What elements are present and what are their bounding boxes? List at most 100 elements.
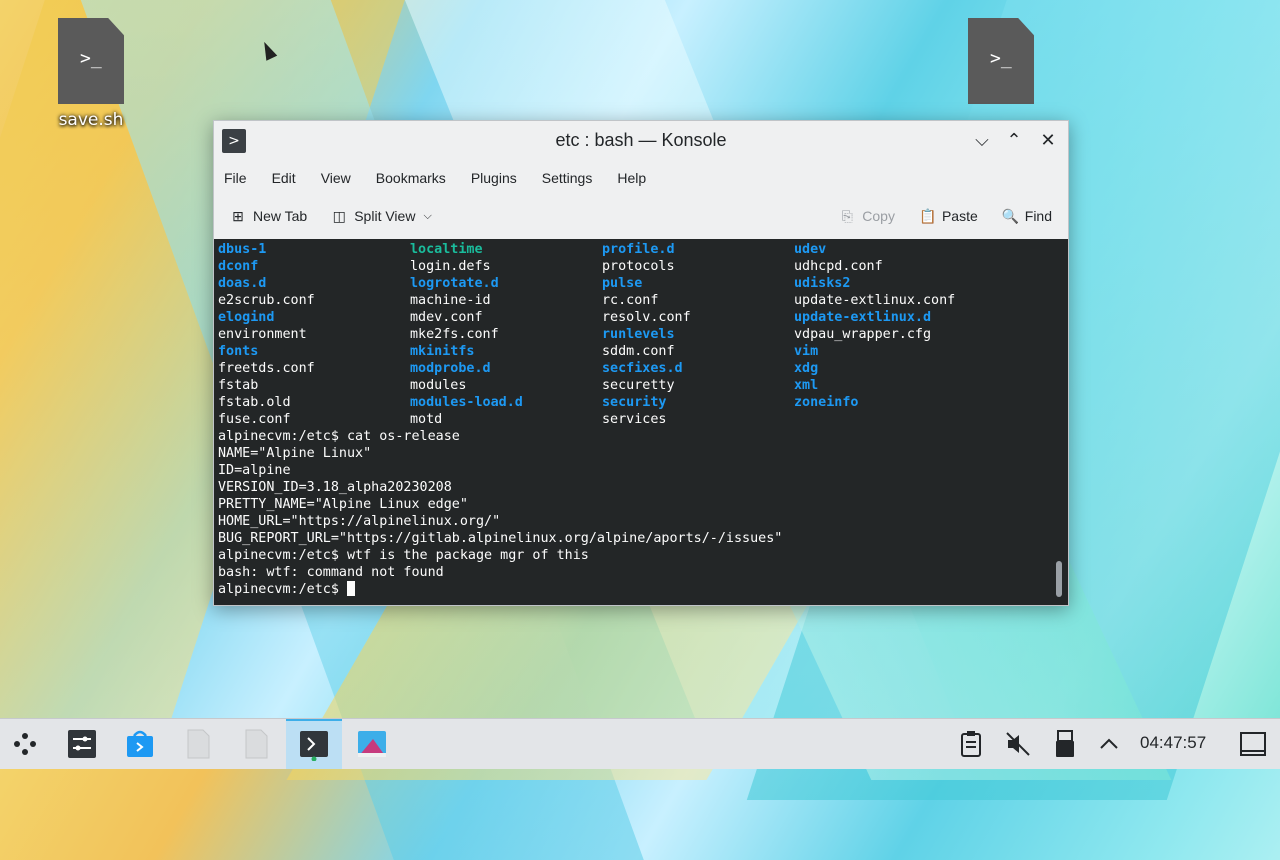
system-settings-icon[interactable]: [65, 727, 99, 761]
minimize-button[interactable]: ⌵: [970, 129, 994, 153]
file-icon[interactable]: [181, 727, 215, 761]
listing-entry: modules-load.d: [410, 395, 523, 410]
listing-entry: modprobe.d: [410, 361, 491, 376]
terminal-scrollbar[interactable]: [1056, 561, 1062, 597]
menu-help[interactable]: Help: [617, 170, 646, 186]
terminal-prompt-line[interactable]: alpinecvm:/etc$: [218, 581, 986, 598]
listing-entry: services: [602, 412, 667, 427]
listing-entry: resolv.conf: [602, 310, 691, 325]
desktop-icon-save-sh[interactable]: >_ save.sh: [41, 18, 141, 130]
file-icon[interactable]: [239, 727, 273, 761]
image-viewer-icon[interactable]: [355, 727, 389, 761]
clock[interactable]: 04:47:57: [1140, 733, 1206, 753]
listing-entry: freetds.conf: [218, 361, 315, 376]
menu-view[interactable]: View: [321, 170, 351, 186]
terminal-line: doas.d logrotate.d pulse udisks2: [218, 275, 986, 292]
toolbar: ⊞ New Tab ◫ Split View ⌵ ⎘ Copy 📋 Paste …: [214, 195, 1068, 237]
listing-entry: fstab.old: [218, 395, 291, 410]
copy-label: Copy: [862, 208, 895, 224]
copy-button[interactable]: ⎘ Copy: [839, 208, 895, 224]
desktop-icon-script[interactable]: >_: [951, 18, 1051, 104]
terminal-line: fuse.conf motd services: [218, 411, 986, 428]
listing-entry: security: [602, 395, 667, 410]
listing-entry: fuse.conf: [218, 412, 291, 427]
terminal-line: ID=alpine: [218, 463, 291, 478]
listing-entry: environment: [218, 327, 307, 342]
listing-entry: update-extlinux.conf: [794, 293, 956, 308]
konsole-icon[interactable]: [297, 727, 331, 761]
copy-icon: ⎘: [841, 208, 853, 224]
new-tab-icon: ⊞: [232, 208, 244, 224]
find-button[interactable]: 🔍 Find: [1002, 208, 1052, 224]
menu-plugins[interactable]: Plugins: [471, 170, 517, 186]
listing-entry: zoneinfo: [794, 395, 859, 410]
find-label: Find: [1024, 208, 1052, 224]
konsole-window: > etc : bash — Konsole ⌵ ⌃ ✕ File Edit V…: [213, 120, 1069, 606]
menu-bar: File Edit View Bookmarks Plugins Setting…: [214, 161, 1068, 195]
listing-entry: vdpau_wrapper.cfg: [794, 327, 932, 342]
terminal-line: e2scrub.conf machine-id rc.conf update-extl…: [218, 292, 986, 309]
listing-entry: mkinitfs: [410, 344, 475, 359]
chevron-down-icon[interactable]: ⌵: [423, 210, 431, 223]
title-bar[interactable]: > etc : bash — Konsole ⌵ ⌃ ✕: [214, 121, 1068, 161]
text-cursor: [347, 581, 355, 596]
split-view-button[interactable]: ◫ Split View ⌵: [331, 208, 432, 224]
app-launcher-icon[interactable]: [8, 727, 42, 761]
listing-entry: doas.d: [218, 276, 267, 291]
terminal-line: PRETTY_NAME="Alpine Linux edge": [218, 497, 468, 512]
terminal-line: BUG_REPORT_URL="https://gitlab.alpinelin…: [218, 531, 783, 546]
listing-entry: localtime: [410, 242, 483, 257]
discover-store-icon[interactable]: [123, 727, 157, 761]
shell-prompt: alpinecvm:/etc$: [218, 582, 347, 597]
menu-edit[interactable]: Edit: [272, 170, 296, 186]
menu-file[interactable]: File: [224, 170, 247, 186]
listing-entry: runlevels: [602, 327, 675, 342]
window-title: etc : bash — Konsole: [555, 130, 727, 150]
clipboard-icon[interactable]: [954, 727, 988, 761]
menu-bookmarks[interactable]: Bookmarks: [376, 170, 446, 186]
volume-muted-icon[interactable]: [1001, 727, 1035, 761]
close-button[interactable]: ✕: [1036, 129, 1060, 153]
listing-entry: modules: [410, 378, 467, 393]
menu-settings[interactable]: Settings: [542, 170, 593, 186]
taskbar: 04:47:57: [0, 718, 1280, 769]
split-view-icon: ◫: [332, 208, 346, 224]
terminal-line: fstab modules securetty xml: [218, 377, 986, 394]
listing-entry: update-extlinux.d: [794, 310, 932, 325]
listing-entry: udisks2: [794, 276, 851, 291]
show-desktop-icon[interactable]: [1236, 727, 1270, 761]
listing-entry: motd: [410, 412, 443, 427]
terminal-line: VERSION_ID=3.18_alpha20230208: [218, 480, 452, 495]
split-view-label: Split View: [354, 208, 416, 224]
terminal-line: alpinecvm:/etc$ wtf is the package mgr o…: [218, 548, 589, 563]
script-file-icon: >_: [58, 18, 124, 104]
listing-entry: udev: [794, 242, 827, 257]
paste-label: Paste: [941, 208, 978, 224]
terminal-view[interactable]: dbus-1 localtime profile.d udev dconf login.d…: [214, 239, 1068, 605]
new-tab-label: New Tab: [253, 208, 308, 224]
listing-entry: protocols: [602, 259, 675, 274]
maximize-button[interactable]: ⌃: [1002, 129, 1026, 153]
listing-entry: elogind: [218, 310, 275, 325]
terminal-line: environment mke2fs.conf runlevels vdpau_wra…: [218, 326, 986, 343]
terminal-line: elogind mdev.conf resolv.conf update-extlin…: [218, 309, 986, 326]
new-tab-button[interactable]: ⊞ New Tab: [230, 208, 307, 224]
terminal-line: NAME="Alpine Linux": [218, 446, 372, 461]
expand-tray-icon[interactable]: [1092, 727, 1126, 761]
listing-entry: logrotate.d: [410, 276, 499, 291]
terminal-line: fstab.old modules-load.d security zoneinfo: [218, 394, 986, 411]
listing-entry: machine-id: [410, 293, 491, 308]
listing-entry: dconf: [218, 259, 259, 274]
listing-entry: dbus-1: [218, 242, 267, 257]
terminal-line: bash: wtf: command not found: [218, 565, 444, 580]
listing-entry: udhcpd.conf: [794, 259, 883, 274]
terminal-line: freetds.conf modprobe.d secfixes.d xdg: [218, 360, 986, 377]
terminal-line: HOME_URL="https://alpinelinux.org/": [218, 514, 501, 529]
listing-entry: xdg: [794, 361, 819, 376]
listing-entry: xml: [794, 378, 819, 393]
listing-entry: securetty: [602, 378, 675, 393]
paste-icon: 📋: [918, 208, 937, 224]
listing-entry: pulse: [602, 276, 643, 291]
usb-device-icon[interactable]: [1048, 727, 1082, 761]
paste-button[interactable]: 📋 Paste: [919, 208, 978, 224]
